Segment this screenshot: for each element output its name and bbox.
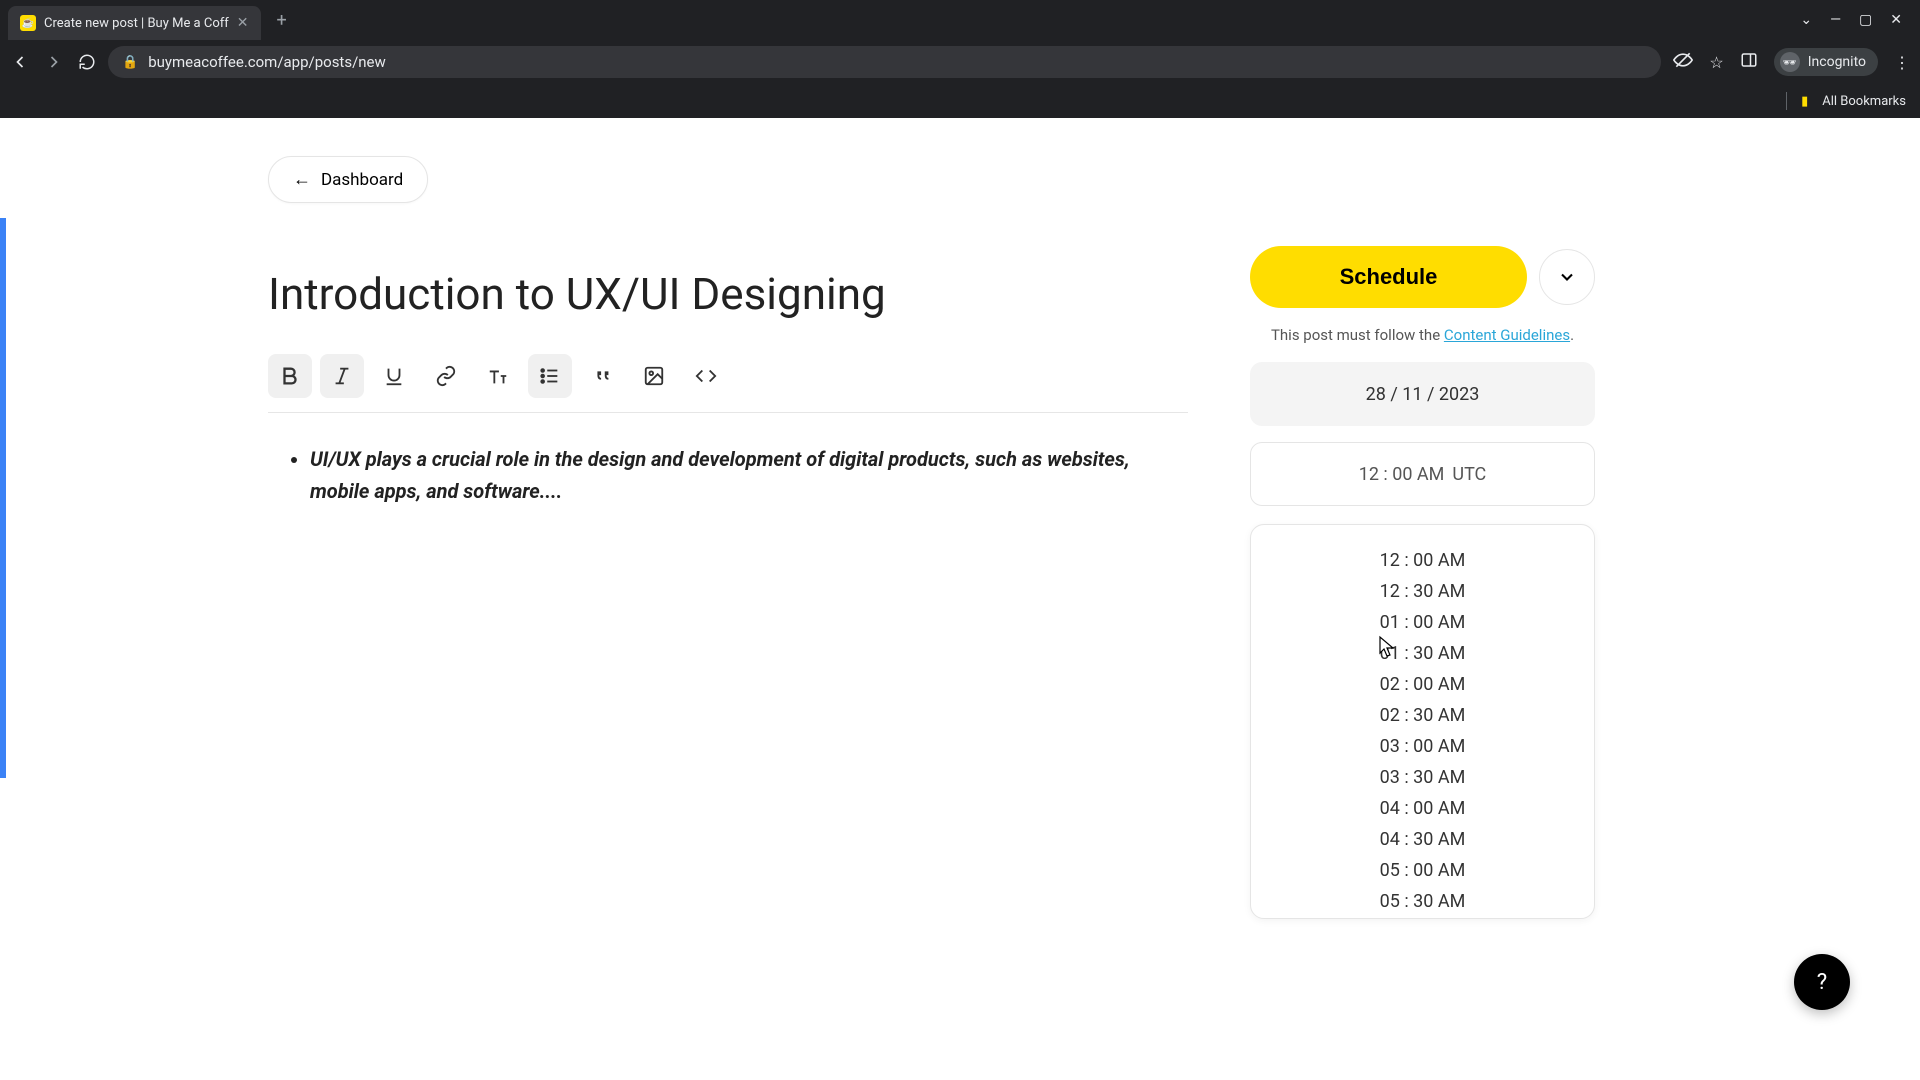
time-picker[interactable]: 12 : 00 AM UTC (1250, 442, 1595, 506)
bullet-list-button[interactable] (528, 354, 572, 398)
text-size-button[interactable] (476, 354, 520, 398)
schedule-panel: Schedule This post must follow the Conte… (1250, 246, 1595, 919)
image-button[interactable] (632, 354, 676, 398)
link-button[interactable] (424, 354, 468, 398)
time-option[interactable]: 01 : 30 AM (1261, 638, 1584, 669)
close-tab-icon[interactable]: ✕ (237, 15, 249, 31)
back-to-dashboard-button[interactable]: ← Dashboard (268, 156, 428, 203)
nav-icons (10, 52, 96, 72)
close-window-icon[interactable]: ✕ (1890, 12, 1902, 28)
maximize-icon[interactable]: ▢ (1859, 12, 1872, 28)
time-option[interactable]: 06 : 00 AM (1261, 917, 1584, 918)
chevron-down-icon (1557, 267, 1577, 287)
forward-icon[interactable] (44, 52, 64, 72)
post-body-editor[interactable]: UI/UX plays a crucial role in the design… (268, 443, 1188, 507)
time-option[interactable]: 12 : 30 AM (1261, 576, 1584, 607)
schedule-options-button[interactable] (1539, 249, 1595, 305)
time-option[interactable]: 12 : 00 AM (1261, 545, 1584, 576)
back-icon[interactable] (10, 52, 30, 72)
kebab-menu-icon[interactable]: ⋮ (1894, 53, 1910, 72)
time-option[interactable]: 02 : 30 AM (1261, 700, 1584, 731)
minimize-icon[interactable]: — (1830, 12, 1841, 28)
bookmarks-folder-icon: ▮ (1801, 94, 1808, 109)
help-button[interactable]: ? (1794, 954, 1850, 1010)
editor-column: Introduction to UX/UI Designing UI/UX pl… (268, 268, 1188, 507)
browser-tab[interactable]: ☕ Create new post | Buy Me a Coff ✕ (8, 6, 261, 40)
time-option[interactable]: 02 : 00 AM (1261, 669, 1584, 700)
time-option[interactable]: 05 : 00 AM (1261, 855, 1584, 886)
time-option[interactable]: 03 : 00 AM (1261, 731, 1584, 762)
guidelines-suffix: . (1570, 326, 1574, 344)
editor-toolbar (268, 354, 1188, 398)
bullet-item: UI/UX plays a crucial role in the design… (310, 443, 1188, 507)
post-title-input[interactable]: Introduction to UX/UI Designing (268, 268, 1188, 320)
underline-button[interactable] (372, 354, 416, 398)
arrow-left-icon: ← (293, 169, 311, 190)
tab-bar: ☕ Create new post | Buy Me a Coff ✕ + ⌄ … (0, 0, 1920, 40)
browser-chrome: ☕ Create new post | Buy Me a Coff ✕ + ⌄ … (0, 0, 1920, 118)
url-input[interactable]: 🔒 buymeacoffee.com/app/posts/new (108, 46, 1661, 78)
help-icon: ? (1817, 970, 1827, 995)
reload-icon[interactable] (78, 53, 96, 71)
time-option[interactable]: 01 : 00 AM (1261, 607, 1584, 638)
star-icon[interactable]: ☆ (1709, 53, 1723, 72)
schedule-button[interactable]: Schedule (1250, 246, 1527, 308)
back-label: Dashboard (321, 170, 403, 190)
time-option[interactable]: 03 : 30 AM (1261, 762, 1584, 793)
bold-button[interactable] (268, 354, 312, 398)
quote-button[interactable] (580, 354, 624, 398)
new-tab-button[interactable]: + (269, 6, 295, 35)
bookmarks-bar: ▮ All Bookmarks (0, 84, 1920, 118)
date-picker[interactable]: 28 / 11 / 2023 (1250, 362, 1595, 426)
tab-title: Create new post | Buy Me a Coff (44, 16, 229, 31)
incognito-badge[interactable]: 🕶 Incognito (1774, 48, 1878, 76)
time-option[interactable]: 04 : 30 AM (1261, 824, 1584, 855)
italic-button[interactable] (320, 354, 364, 398)
side-panel-icon[interactable] (1740, 51, 1758, 73)
separator (1786, 92, 1787, 110)
time-option[interactable]: 04 : 00 AM (1261, 793, 1584, 824)
all-bookmarks-link[interactable]: All Bookmarks (1822, 94, 1906, 109)
incognito-label: Incognito (1808, 54, 1866, 70)
address-bar: 🔒 buymeacoffee.com/app/posts/new ☆ 🕶 Inc… (0, 40, 1920, 84)
time-value: 12 : 00 AM (1359, 464, 1445, 485)
lock-icon: 🔒 (122, 55, 138, 70)
selection-strip (0, 218, 6, 778)
favicon-icon: ☕ (20, 15, 36, 31)
window-controls: ⌄ — ▢ ✕ (1800, 12, 1912, 28)
timezone-label: UTC (1452, 464, 1486, 485)
page-content: ← Dashboard Introduction to UX/UI Design… (0, 118, 1920, 1080)
time-option-list[interactable]: 12 : 00 AM12 : 30 AM01 : 00 AM01 : 30 AM… (1261, 545, 1584, 918)
toolbar-divider (268, 412, 1188, 413)
guidelines-prefix: This post must follow the (1271, 326, 1444, 344)
guidelines-text: This post must follow the Content Guidel… (1250, 326, 1595, 344)
tabs-dropdown-icon[interactable]: ⌄ (1800, 12, 1812, 28)
address-bar-right: ☆ 🕶 Incognito ⋮ (1673, 48, 1910, 76)
time-option[interactable]: 05 : 30 AM (1261, 886, 1584, 917)
incognito-icon: 🕶 (1780, 52, 1800, 72)
date-value: 28 / 11 / 2023 (1366, 384, 1480, 405)
url-text: buymeacoffee.com/app/posts/new (148, 53, 1647, 71)
eye-off-icon[interactable] (1673, 50, 1693, 74)
guidelines-link[interactable]: Content Guidelines (1444, 326, 1570, 344)
code-button[interactable] (684, 354, 728, 398)
time-dropdown: 12 : 00 AM12 : 30 AM01 : 00 AM01 : 30 AM… (1250, 524, 1595, 919)
